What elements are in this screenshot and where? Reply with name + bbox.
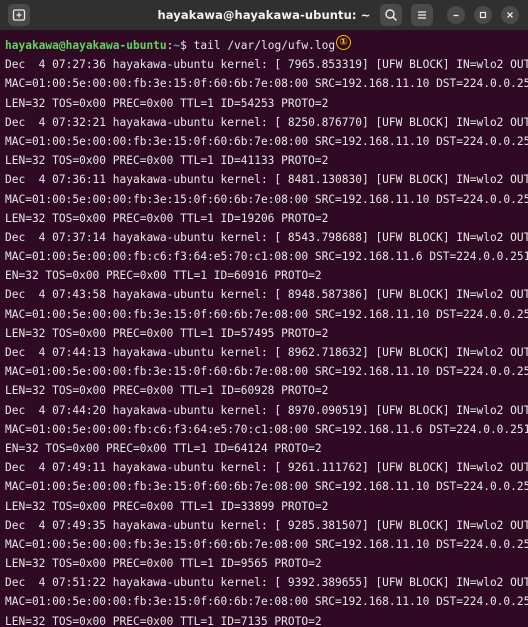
output-line: MAC=01:00:5e:00:00:fb:3e:15:0f:60:6b:7e:… — [5, 192, 528, 206]
output-line: LEN=32 TOS=0x00 PREC=0x00 TTL=1 ID=41133… — [5, 154, 329, 168]
terminal-content[interactable]: hayakawa@hayakawa-ubuntu:~$ tail /var/lo… — [0, 30, 528, 627]
output-line: LEN=32 TOS=0x00 PREC=0x00 TTL=1 ID=54253… — [5, 96, 329, 110]
output-line: LEN=32 TOS=0x00 PREC=0x00 TTL=1 ID=57495… — [5, 326, 329, 340]
title-bar[interactable]: hayakawa@hayakawa-ubuntu: ~ — [0, 0, 528, 30]
new-tab-button[interactable] — [8, 4, 30, 26]
output-line: MAC=01:00:5e:00:00:fb:c6:f3:64:e5:70:c1:… — [5, 422, 528, 436]
output-line: MAC=01:00:5e:00:00:fb:3e:15:0f:60:6b:7e:… — [5, 595, 528, 609]
output-line: MAC=01:00:5e:00:00:fb:3e:15:0f:60:6b:7e:… — [5, 77, 528, 91]
output-line: LEN=32 TOS=0x00 PREC=0x00 TTL=1 ID=33899… — [5, 499, 329, 513]
menu-button[interactable] — [411, 4, 433, 26]
output-line: MAC=01:00:5e:00:00:fb:3e:15:0f:60:6b:7e:… — [5, 537, 528, 551]
output-line: LEN=32 TOS=0x00 PREC=0x00 TTL=1 ID=7135 … — [5, 614, 322, 627]
search-button[interactable] — [380, 4, 402, 26]
search-icon — [385, 9, 398, 22]
output-line: MAC=01:00:5e:00:00:fb:3e:15:0f:60:6b:7e:… — [5, 365, 528, 379]
output-line: Dec 4 07:44:20 hayakawa-ubuntu kernel: [… — [5, 403, 528, 417]
output-line: Dec 4 07:49:35 hayakawa-ubuntu kernel: [… — [5, 518, 528, 532]
output-line: EN=32 TOS=0x00 PREC=0x00 TTL=1 ID=64124 … — [5, 441, 322, 455]
terminal-window: hayakawa@hayakawa-ubuntu: ~ hayakawa@hay… — [0, 0, 528, 627]
close-icon — [507, 12, 513, 18]
command-line: hayakawa@hayakawa-ubuntu:~$ tail /var/lo… — [5, 36, 528, 55]
output-line: Dec 4 07:32:21 hayakawa-ubuntu kernel: [… — [5, 115, 528, 129]
output-line: Dec 4 07:49:11 hayakawa-ubuntu kernel: [… — [5, 461, 528, 475]
command-output: Dec 4 07:27:36 hayakawa-ubuntu kernel: [… — [5, 55, 528, 627]
maximize-button[interactable] — [474, 6, 492, 24]
output-line: LEN=32 TOS=0x00 PREC=0x00 TTL=1 ID=9565 … — [5, 557, 322, 571]
annotation-marker: ① — [336, 35, 351, 50]
output-line: Dec 4 07:37:14 hayakawa-ubuntu kernel: [… — [5, 230, 528, 244]
output-line: Dec 4 07:27:36 hayakawa-ubuntu kernel: [… — [5, 58, 528, 72]
prompt-symbol: $ — [180, 39, 194, 52]
output-line: Dec 4 07:43:58 hayakawa-ubuntu kernel: [… — [5, 288, 528, 302]
output-line: Dec 4 07:36:11 hayakawa-ubuntu kernel: [… — [5, 173, 528, 187]
close-button[interactable] — [501, 6, 519, 24]
output-line: Dec 4 07:44:13 hayakawa-ubuntu kernel: [… — [5, 346, 528, 359]
output-line: Dec 4 07:51:22 hayakawa-ubuntu kernel: [… — [5, 576, 528, 590]
output-line: MAC=01:00:5e:00:00:fb:3e:15:0f:60:6b:7e:… — [5, 307, 528, 321]
output-line: MAC=01:00:5e:00:00:fb:3e:15:0f:60:6b:7e:… — [5, 134, 528, 148]
output-line: LEN=32 TOS=0x00 PREC=0x00 TTL=1 ID=60928… — [5, 384, 329, 398]
maximize-icon — [479, 11, 487, 19]
hamburger-menu-icon — [418, 11, 426, 19]
command-text: tail /var/log/ufw.log — [193, 39, 336, 52]
output-line: LEN=32 TOS=0x00 PREC=0x00 TTL=1 ID=19206… — [5, 211, 329, 225]
output-line: MAC=01:00:5e:00:00:fb:3e:15:0f:60:6b:7e:… — [5, 480, 528, 494]
minimize-icon — [453, 14, 459, 17]
window-title: hayakawa@hayakawa-ubuntu: ~ — [157, 8, 371, 22]
output-line: EN=32 TOS=0x00 PREC=0x00 TTL=1 ID=60916 … — [5, 269, 322, 283]
output-line: MAC=01:00:5e:00:00:fb:c6:f3:64:e5:70:c1:… — [5, 250, 528, 264]
new-tab-icon — [12, 9, 26, 21]
prompt-user: hayakawa@hayakawa-ubuntu — [5, 39, 167, 52]
minimize-button[interactable] — [447, 6, 465, 24]
